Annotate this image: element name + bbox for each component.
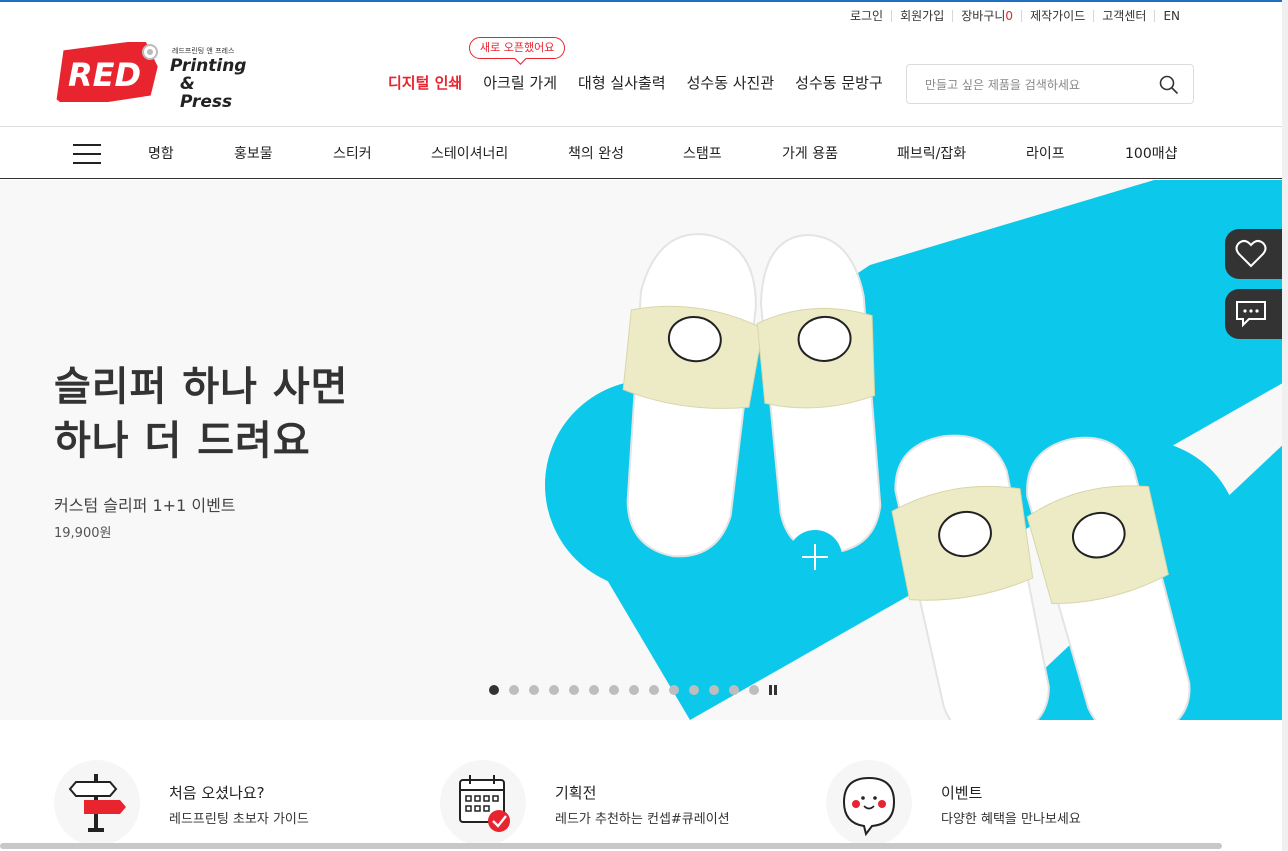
logo-subtext: 레드프린팅 앤 프레스 [172,47,235,55]
slide-dot[interactable] [529,685,539,695]
beginner-guide-card[interactable]: 처음 오셨나요? 레드프린팅 초보자 가이드 [54,760,434,846]
signpost-icon [54,760,140,846]
beginner-guide-title: 처음 오셨나요? [169,784,265,802]
signup-link[interactable]: 회원가입 [891,10,952,22]
curation-desc: 레드가 추천하는 컨셉#큐레이션 [555,812,730,827]
slide-dot[interactable] [729,685,739,695]
horizontal-scrollbar[interactable] [0,843,1222,849]
event-desc: 다양한 혜택을 만나보세요 [941,812,1081,827]
chat-button[interactable] [1225,289,1288,339]
calendar-check-icon [440,760,526,846]
red-tag-logo-icon: RED [56,42,158,102]
hero-banner[interactable]: 슬리퍼 하나 사면 하나 더 드려요 커스텀 슬리퍼 1+1 이벤트 19,90… [0,180,1288,720]
plus-icon[interactable] [788,530,842,584]
slide-dot[interactable] [569,685,579,695]
main-menu: 디지털 인쇄 아크릴 가게 대형 실사출력 성수동 사진관 성수동 문방구 [388,72,904,93]
site-logo[interactable]: RED 레드프린팅 앤 프레스 Printing & Press [54,38,246,111]
event-card[interactable]: 이벤트 다양한 혜택을 만나보세요 [826,760,1206,846]
category-100-shop[interactable]: 100매샵 [1125,143,1177,163]
event-title: 이벤트 [941,784,983,802]
hamburger-menu-icon[interactable] [73,143,101,165]
top-accent-line [0,0,1288,2]
language-en-link[interactable]: EN [1154,10,1188,22]
slide-pagination [489,685,777,695]
slide-dot[interactable] [649,685,659,695]
menu-photo-studio[interactable]: 성수동 사진관 [687,72,775,93]
utility-nav: 로그인 회원가입 장바구니0 제작가이드 고객센터 EN [842,10,1188,22]
smile-bubble-icon [826,760,912,846]
logo-wordmark: Printing & Press [170,57,246,111]
slide-dot[interactable] [709,685,719,695]
menu-stationery-shop[interactable]: 성수동 문방구 [795,72,883,93]
category-stamp[interactable]: 스탬프 [683,143,722,163]
menu-digital-print[interactable]: 디지털 인쇄 [388,72,462,93]
category-stationery[interactable]: 스테이셔너리 [431,143,508,163]
chat-icon [1236,301,1266,328]
slide-dot[interactable] [609,685,619,695]
category-nav: 명함 홍보물 스티커 스테이셔너리 책의 완성 스탬프 가게 용품 패브릭/잡화… [0,126,1288,179]
login-link[interactable]: 로그인 [842,10,891,22]
support-link[interactable]: 고객센터 [1093,10,1154,22]
search-icon[interactable] [1159,75,1179,95]
hero-price: 19,900원 [54,526,112,541]
cart-count: 0 [1005,9,1014,23]
slide-dot[interactable] [749,685,759,695]
menu-large-print[interactable]: 대형 실사출력 [578,72,666,93]
hero-subtitle: 커스텀 슬리퍼 1+1 이벤트 [54,496,236,515]
slide-dot[interactable] [549,685,559,695]
logo-wordmark-line1: Printing [170,56,247,76]
curation-title: 기획전 [555,784,597,802]
pause-icon[interactable] [769,685,777,695]
slide-dot[interactable] [589,685,599,695]
curation-card[interactable]: 기획전 레드가 추천하는 컨셉#큐레이션 [440,760,820,846]
menu-acrylic-shop[interactable]: 아크릴 가게 [483,72,557,93]
category-sticker[interactable]: 스티커 [333,143,372,163]
category-fabric-goods[interactable]: 패브릭/잡화 [897,143,966,163]
new-open-badge: 새로 오픈했어요 [469,37,566,59]
slide-dot[interactable] [669,685,679,695]
category-business-card[interactable]: 명함 [148,143,174,163]
search-box [906,64,1194,104]
heart-icon [1235,239,1267,268]
slide-dot[interactable] [509,685,519,695]
search-input[interactable] [923,73,1147,97]
wishlist-button[interactable] [1225,229,1288,279]
category-promotional[interactable]: 홍보물 [234,143,273,163]
cart-link[interactable]: 장바구니0 [952,10,1021,22]
category-book[interactable]: 책의 완성 [568,143,624,163]
logo-wordmark-line2: & Press [180,74,233,112]
cart-label: 장바구니 [961,9,1006,23]
svg-text:RED: RED [68,56,141,94]
category-shop-goods[interactable]: 가게 용품 [782,143,838,163]
guide-link[interactable]: 제작가이드 [1021,10,1093,22]
hero-title: 슬리퍼 하나 사면 하나 더 드려요 [54,364,349,464]
beginner-guide-desc: 레드프린팅 초보자 가이드 [169,812,309,827]
category-life[interactable]: 라이프 [1026,143,1065,163]
vertical-scrollbar[interactable] [1282,0,1288,851]
slide-dot[interactable] [629,685,639,695]
slide-dot[interactable] [489,685,499,695]
slide-dot[interactable] [689,685,699,695]
